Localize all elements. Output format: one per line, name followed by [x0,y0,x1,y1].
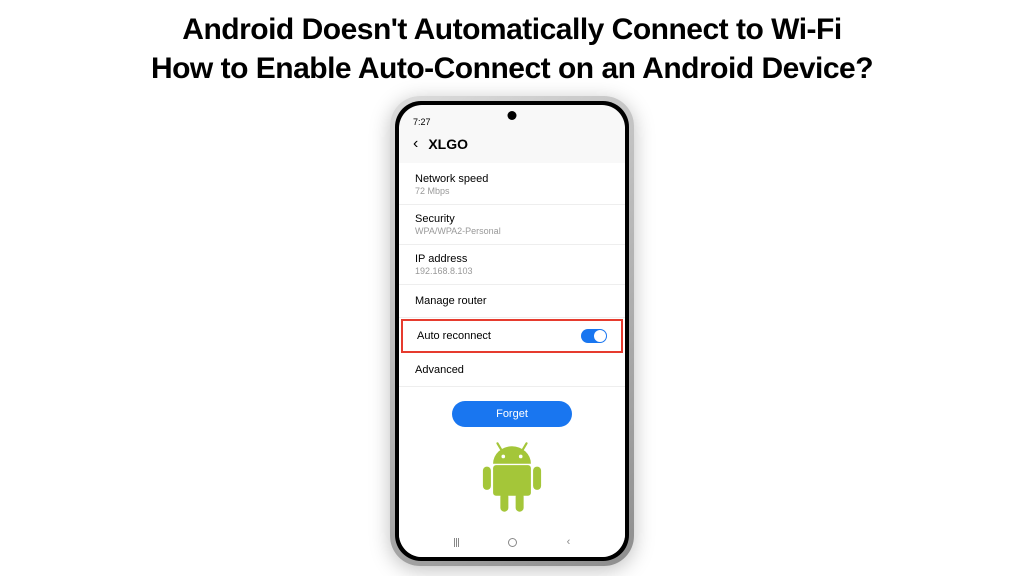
settings-content: Network speed 72 Mbps Security WPA/WPA2-… [399,163,625,557]
front-camera-hole [508,111,517,120]
auto-reconnect-toggle[interactable] [581,329,607,343]
nav-home-icon[interactable] [508,538,517,547]
security-label: Security [415,213,609,225]
nav-recent-icon[interactable] [454,538,459,547]
ip-address-label: IP address [415,253,609,265]
headline-line-1: Android Doesn't Automatically Connect to… [182,13,841,46]
toggle-knob [594,330,606,342]
auto-reconnect-label: Auto reconnect [417,330,491,342]
headline-line-2: How to Enable Auto-Connect on an Android… [151,52,873,85]
row-manage-router[interactable]: Manage router [399,285,625,318]
page-header: ‹ XLGO [399,127,625,159]
advanced-label: Advanced [415,364,609,376]
manage-router-label: Manage router [415,295,609,307]
navigation-bar: ‹ [399,533,625,551]
page-title: XLGO [428,136,468,152]
android-logo-icon [399,439,625,519]
forget-button-wrap: Forget [399,387,625,435]
security-value: WPA/WPA2-Personal [415,226,609,236]
network-speed-label: Network speed [415,173,609,185]
network-speed-value: 72 Mbps [415,186,609,196]
row-security[interactable]: Security WPA/WPA2-Personal [399,205,625,245]
nav-back-icon[interactable]: ‹ [567,536,571,548]
status-time: 7:27 [413,117,431,127]
row-network-speed[interactable]: Network speed 72 Mbps [399,165,625,205]
forget-button[interactable]: Forget [452,401,572,427]
row-ip-address[interactable]: IP address 192.168.8.103 [399,245,625,285]
phone-screen: 7:27 ‹ XLGO Network speed 72 Mbps Securi… [399,105,625,557]
phone-mockup: 7:27 ‹ XLGO Network speed 72 Mbps Securi… [390,96,634,566]
phone-frame: 7:27 ‹ XLGO Network speed 72 Mbps Securi… [390,96,634,566]
row-auto-reconnect[interactable]: Auto reconnect [401,319,623,353]
row-advanced[interactable]: Advanced [399,354,625,387]
back-icon[interactable]: ‹ [413,135,418,153]
headline: Android Doesn't Automatically Connect to… [151,10,873,88]
ip-address-value: 192.168.8.103 [415,266,609,276]
